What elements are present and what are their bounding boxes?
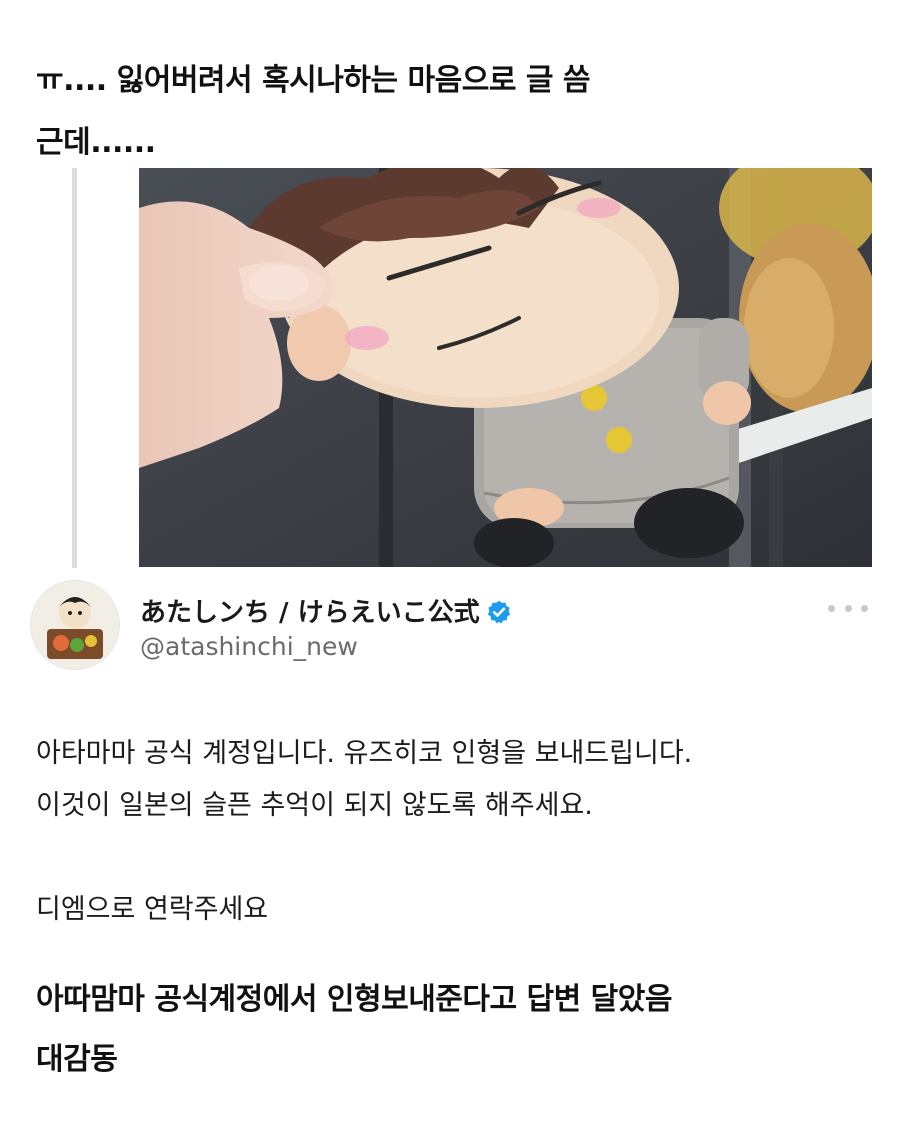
- tweet-body-line-2: 이것이 일본의 슬픈 추억이 되지 않도록 해주세요.: [36, 790, 593, 821]
- quoted-tweet-header: あたしンち / けらえいこ公式 @atashinchi_new: [30, 580, 870, 680]
- quote-divider: [72, 168, 77, 568]
- intro-line-1: ㅠ.... 잃어버려서 혹시나하는 마음으로 글 씀: [36, 63, 591, 98]
- intro-line-2: 근데......: [36, 125, 156, 160]
- plush-doll-photo[interactable]: [139, 168, 872, 567]
- outro-line-1: 아따맘마 공식계정에서 인형보내준다고 답변 달았음: [36, 982, 672, 1017]
- verified-badge-icon: [486, 599, 512, 632]
- post-intro: ㅠ.... 잃어버려서 혹시나하는 마음으로 글 씀 근데......: [36, 50, 856, 174]
- dot-icon: [861, 604, 868, 612]
- account-handle[interactable]: @atashinchi_new: [140, 632, 358, 661]
- tweet-body-line-1: 아타마마 공식 계정입니다. 유즈히코 인형을 보내드립니다.: [36, 738, 693, 769]
- display-name[interactable]: あたしンち / けらえいこ公式: [140, 592, 512, 632]
- dot-icon: [828, 604, 835, 612]
- tweet-body-line-3: 디엠으로 연락주세요: [36, 894, 269, 925]
- outro-line-2: 대감동: [36, 1042, 118, 1077]
- more-options-icon[interactable]: [828, 598, 868, 618]
- display-name-text: あたしンち / けらえいこ公式: [140, 598, 480, 628]
- post-outro: 아따맘마 공식계정에서 인형보내준다고 답변 달았음 대감동: [36, 970, 866, 1090]
- quoted-tweet-body: 아타마마 공식 계정입니다. 유즈히코 인형을 보내드립니다. 이것이 일본의 …: [36, 728, 866, 936]
- dot-icon: [844, 604, 852, 612]
- account-avatar[interactable]: [30, 580, 120, 670]
